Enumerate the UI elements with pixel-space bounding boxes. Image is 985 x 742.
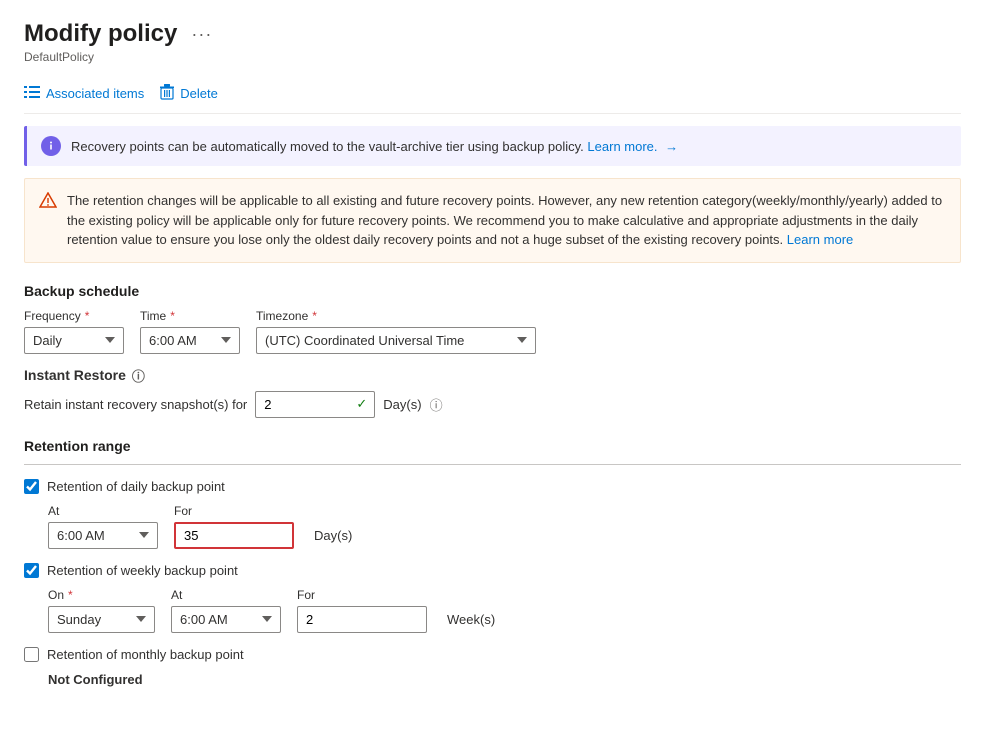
- weekly-on-group: On * Sunday Monday Tuesday Wednesday Thu…: [48, 588, 155, 633]
- retention-divider: [24, 464, 961, 465]
- weekly-form-row: On * Sunday Monday Tuesday Wednesday Thu…: [48, 588, 961, 633]
- daily-at-group: At 6:00 AM: [48, 504, 158, 549]
- daily-checkbox-label: Retention of daily backup point: [47, 479, 225, 494]
- daily-for-input[interactable]: [174, 522, 294, 549]
- monthly-checkbox[interactable]: [24, 647, 39, 662]
- weekly-on-label: On *: [48, 588, 155, 602]
- time-select[interactable]: 6:00 AM 12:00 PM 6:00 PM: [140, 327, 240, 354]
- weekly-checkbox-label: Retention of weekly backup point: [47, 563, 238, 578]
- weekly-on-select[interactable]: Sunday Monday Tuesday Wednesday Thursday…: [48, 606, 155, 633]
- instant-restore-input-wrapper: ✓: [255, 391, 375, 418]
- timezone-required: *: [312, 309, 317, 323]
- instant-restore-title: Instant Restore: [24, 367, 126, 383]
- frequency-required: *: [85, 309, 90, 323]
- associated-items-label: Associated items: [46, 86, 144, 101]
- timezone-select[interactable]: (UTC) Coordinated Universal Time (UTC-05…: [256, 327, 536, 354]
- monthly-checkbox-label: Retention of monthly backup point: [47, 647, 244, 662]
- checkmark-icon: ✓: [356, 396, 367, 412]
- arrow-icon: →: [665, 139, 678, 154]
- delete-icon: [160, 84, 174, 103]
- weekly-for-group: For: [297, 588, 427, 633]
- ellipsis-menu-button[interactable]: ···: [185, 22, 218, 47]
- timezone-group: Timezone * (UTC) Coordinated Universal T…: [256, 309, 536, 354]
- retention-range-title: Retention range: [24, 438, 961, 454]
- daily-at-label: At: [48, 504, 158, 518]
- weekly-at-group: At 6:00 AM: [171, 588, 281, 633]
- archive-tier-banner: Recovery points can be automatically mov…: [24, 126, 961, 166]
- instant-restore-unit: Day(s): [383, 397, 421, 412]
- frequency-group: Frequency * Daily Weekly: [24, 309, 124, 354]
- toolbar: Associated items Delete: [24, 74, 961, 114]
- time-label: Time *: [140, 309, 240, 323]
- instant-restore-info-icon: ⓘ: [132, 366, 145, 385]
- daily-checkbox[interactable]: [24, 479, 39, 494]
- weekly-at-select[interactable]: 6:00 AM: [171, 606, 281, 633]
- banner-text: Recovery points can be automatically mov…: [71, 139, 678, 154]
- weekly-for-input[interactable]: [297, 606, 427, 633]
- associated-items-button[interactable]: Associated items: [24, 81, 144, 106]
- monthly-checkbox-row: Retention of monthly backup point: [24, 647, 961, 662]
- instant-restore-section: Instant Restore ⓘ Retain instant recover…: [24, 366, 961, 418]
- daily-at-select[interactable]: 6:00 AM: [48, 522, 158, 549]
- monthly-not-configured: Not Configured: [48, 672, 961, 687]
- list-icon: [24, 85, 40, 102]
- frequency-label: Frequency *: [24, 309, 124, 323]
- timezone-label: Timezone *: [256, 309, 536, 323]
- time-group: Time * 6:00 AM 12:00 PM 6:00 PM: [140, 309, 240, 354]
- warning-learn-more-link[interactable]: Learn more: [787, 232, 853, 247]
- page-header: Modify policy ··· DefaultPolicy: [24, 20, 961, 64]
- retention-warning-banner: The retention changes will be applicable…: [24, 178, 961, 263]
- delete-label: Delete: [180, 86, 218, 101]
- weekly-sub-form: On * Sunday Monday Tuesday Wednesday Thu…: [48, 588, 961, 633]
- daily-form-row: At 6:00 AM For Day(s): [48, 504, 961, 549]
- time-required: *: [170, 309, 175, 323]
- instant-restore-label: Retain instant recovery snapshot(s) for: [24, 397, 247, 412]
- weekly-on-required: *: [68, 588, 73, 602]
- page-subtitle: DefaultPolicy: [24, 50, 961, 64]
- daily-for-group: For: [174, 504, 294, 549]
- weekly-for-label: For: [297, 588, 427, 602]
- days-info-icon: ⓘ: [430, 395, 443, 414]
- info-circle-icon: [41, 136, 61, 156]
- weekly-at-label: At: [171, 588, 281, 602]
- backup-schedule-form: Frequency * Daily Weekly Time * 6:00 AM …: [24, 309, 961, 354]
- learn-more-link[interactable]: Learn more.: [587, 139, 657, 154]
- page-title: Modify policy: [24, 20, 177, 48]
- backup-schedule-title: Backup schedule: [24, 283, 961, 299]
- warning-triangle-icon: [39, 192, 57, 216]
- retention-range-section: Retention range Retention of daily backu…: [24, 438, 961, 687]
- delete-button[interactable]: Delete: [160, 80, 218, 107]
- warning-text: The retention changes will be applicable…: [67, 191, 946, 250]
- weekly-checkbox[interactable]: [24, 563, 39, 578]
- daily-unit-label: Day(s): [314, 528, 352, 543]
- frequency-select[interactable]: Daily Weekly: [24, 327, 124, 354]
- daily-checkbox-row: Retention of daily backup point: [24, 479, 961, 494]
- daily-sub-form: At 6:00 AM For Day(s): [48, 504, 961, 549]
- weekly-checkbox-row: Retention of weekly backup point: [24, 563, 961, 578]
- instant-restore-row: Retain instant recovery snapshot(s) for …: [24, 391, 961, 418]
- daily-for-label: For: [174, 504, 294, 518]
- weekly-unit-label: Week(s): [447, 612, 495, 627]
